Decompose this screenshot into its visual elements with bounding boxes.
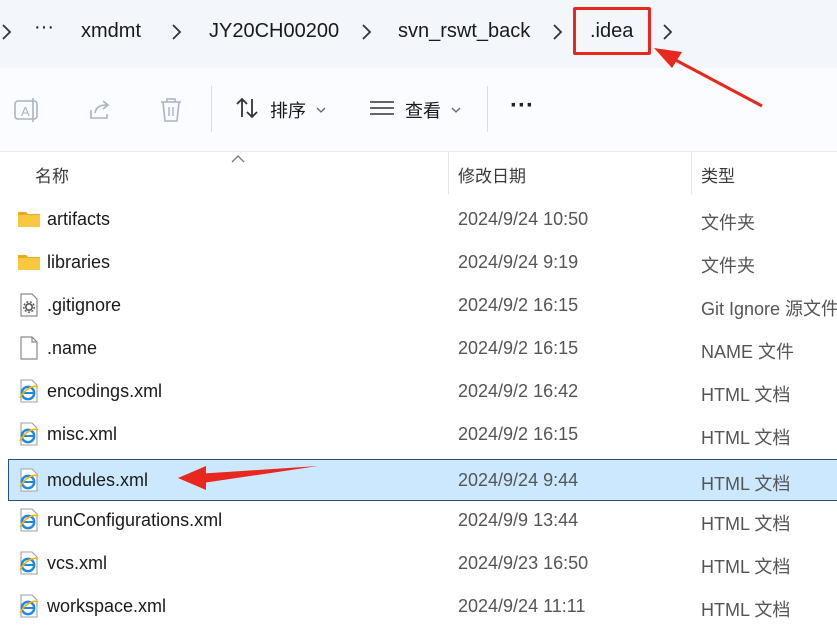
file-name: encodings.xml [47, 381, 163, 401]
file-type: 文件夹 [701, 256, 755, 276]
file-row[interactable]: libraries 2024/9/24 9:19 文件夹 [8, 241, 837, 283]
column-header-date[interactable]: 修改日期 [458, 162, 526, 187]
file-row[interactable]: .gitignore 2024/9/2 16:15 Git Ignore 源文件 [8, 284, 837, 326]
file-type: HTML 文档 [701, 428, 791, 448]
file-name: artifacts [47, 209, 111, 229]
breadcrumb-item-xmdmt[interactable]: xmdmt [81, 20, 141, 43]
breadcrumb-item-jy20ch00200[interactable]: JY20CH00200 [209, 20, 339, 43]
file-row[interactable]: vcs.xml 2024/9/23 16:50 HTML 文档 [8, 542, 837, 584]
toolbar-separator [211, 86, 212, 132]
annotation-highlight-box [573, 7, 651, 55]
chevron-right-icon[interactable] [360, 22, 374, 42]
file-row-selected[interactable]: modules.xml 2024/9/24 9:44 HTML 文档 [8, 459, 837, 501]
column-header-row: 名称 修改日期 类型 [0, 152, 837, 194]
file-name: libraries [47, 252, 111, 272]
file-date: 2024/9/24 11:11 [458, 596, 586, 616]
file-name: modules.xml [47, 470, 149, 490]
file-date: 2024/9/2 16:15 [458, 424, 579, 444]
chevron-right-icon[interactable] [551, 22, 565, 42]
ie-document-icon [17, 594, 41, 618]
column-divider[interactable] [448, 152, 449, 194]
file-row[interactable]: runConfigurations.xml 2024/9/9 13:44 HTM… [8, 499, 837, 541]
folder-icon [17, 250, 41, 274]
more-options-button[interactable]: ··· [510, 88, 534, 124]
file-type: HTML 文档 [701, 557, 791, 577]
file-row[interactable]: .name 2024/9/2 16:15 NAME 文件 [8, 327, 837, 369]
more-options-icon: ··· [510, 92, 534, 119]
file-date: 2024/9/2 16:15 [458, 295, 579, 315]
sort-label: 排序 [270, 101, 306, 121]
file-type: HTML 文档 [701, 385, 791, 405]
chevron-down-icon [451, 101, 461, 119]
sort-button[interactable]: 排序 [234, 92, 326, 128]
sort-ascending-caret-icon [231, 150, 245, 168]
settings-file-icon [17, 293, 41, 317]
ie-document-icon [17, 551, 41, 575]
column-divider[interactable] [691, 152, 692, 194]
file-name: misc.xml [47, 424, 117, 444]
ie-document-icon [17, 508, 41, 532]
breadcrumb-item-svn-rswt-back[interactable]: svn_rswt_back [398, 20, 530, 43]
file-type: NAME 文件 [701, 342, 795, 362]
folder-icon [17, 207, 41, 231]
blank-file-icon [17, 336, 41, 360]
chevron-right-icon[interactable] [170, 22, 184, 42]
rename-icon[interactable]: A [13, 96, 41, 124]
file-row[interactable]: workspace.xml 2024/9/24 11:11 HTML 文档 [8, 585, 837, 627]
file-date: 2024/9/23 16:50 [458, 553, 589, 573]
file-name: .gitignore [47, 295, 122, 315]
chevron-down-icon [316, 101, 326, 119]
chevron-right-icon[interactable] [0, 22, 14, 42]
chevron-right-icon[interactable] [661, 22, 675, 42]
view-label: 查看 [405, 101, 441, 121]
view-button[interactable]: 查看 [369, 92, 461, 128]
file-type: HTML 文档 [701, 514, 791, 534]
file-date: 2024/9/9 13:44 [458, 510, 579, 530]
file-name: vcs.xml [47, 553, 107, 573]
share-icon[interactable] [86, 96, 114, 124]
file-date: 2024/9/2 16:42 [458, 381, 579, 401]
file-type: HTML 文档 [701, 474, 791, 494]
svg-text:A: A [21, 104, 30, 119]
view-list-icon [369, 95, 395, 126]
ie-document-icon [17, 422, 41, 446]
file-date: 2024/9/2 16:15 [458, 338, 579, 358]
column-header-type[interactable]: 类型 [701, 162, 735, 187]
file-name: .name [47, 338, 98, 358]
ie-document-icon [17, 379, 41, 403]
file-date: 2024/9/24 9:44 [458, 470, 579, 490]
file-row[interactable]: encodings.xml 2024/9/2 16:42 HTML 文档 [8, 370, 837, 412]
file-row[interactable]: misc.xml 2024/9/2 16:15 HTML 文档 [8, 413, 837, 455]
toolbar-separator [487, 86, 488, 132]
command-toolbar: A 排序 查看 ··· [0, 68, 837, 152]
ie-document-icon [17, 468, 41, 492]
file-date: 2024/9/24 10:50 [458, 209, 589, 229]
file-type: Git Ignore 源文件 [701, 299, 837, 319]
column-header-name[interactable]: 名称 [35, 162, 69, 187]
file-name: runConfigurations.xml [47, 510, 223, 530]
file-name: workspace.xml [47, 596, 167, 616]
sort-icon [234, 95, 260, 126]
file-type: HTML 文档 [701, 600, 791, 620]
file-date: 2024/9/24 9:19 [458, 252, 579, 272]
address-breadcrumb-bar: ··· xmdmt JY20CH00200 svn_rswt_back .ide… [0, 0, 837, 68]
file-row[interactable]: artifacts 2024/9/24 10:50 文件夹 [8, 198, 837, 240]
breadcrumb-overflow-button[interactable]: ··· [34, 16, 54, 39]
delete-icon[interactable] [157, 96, 185, 124]
file-type: 文件夹 [701, 213, 755, 233]
